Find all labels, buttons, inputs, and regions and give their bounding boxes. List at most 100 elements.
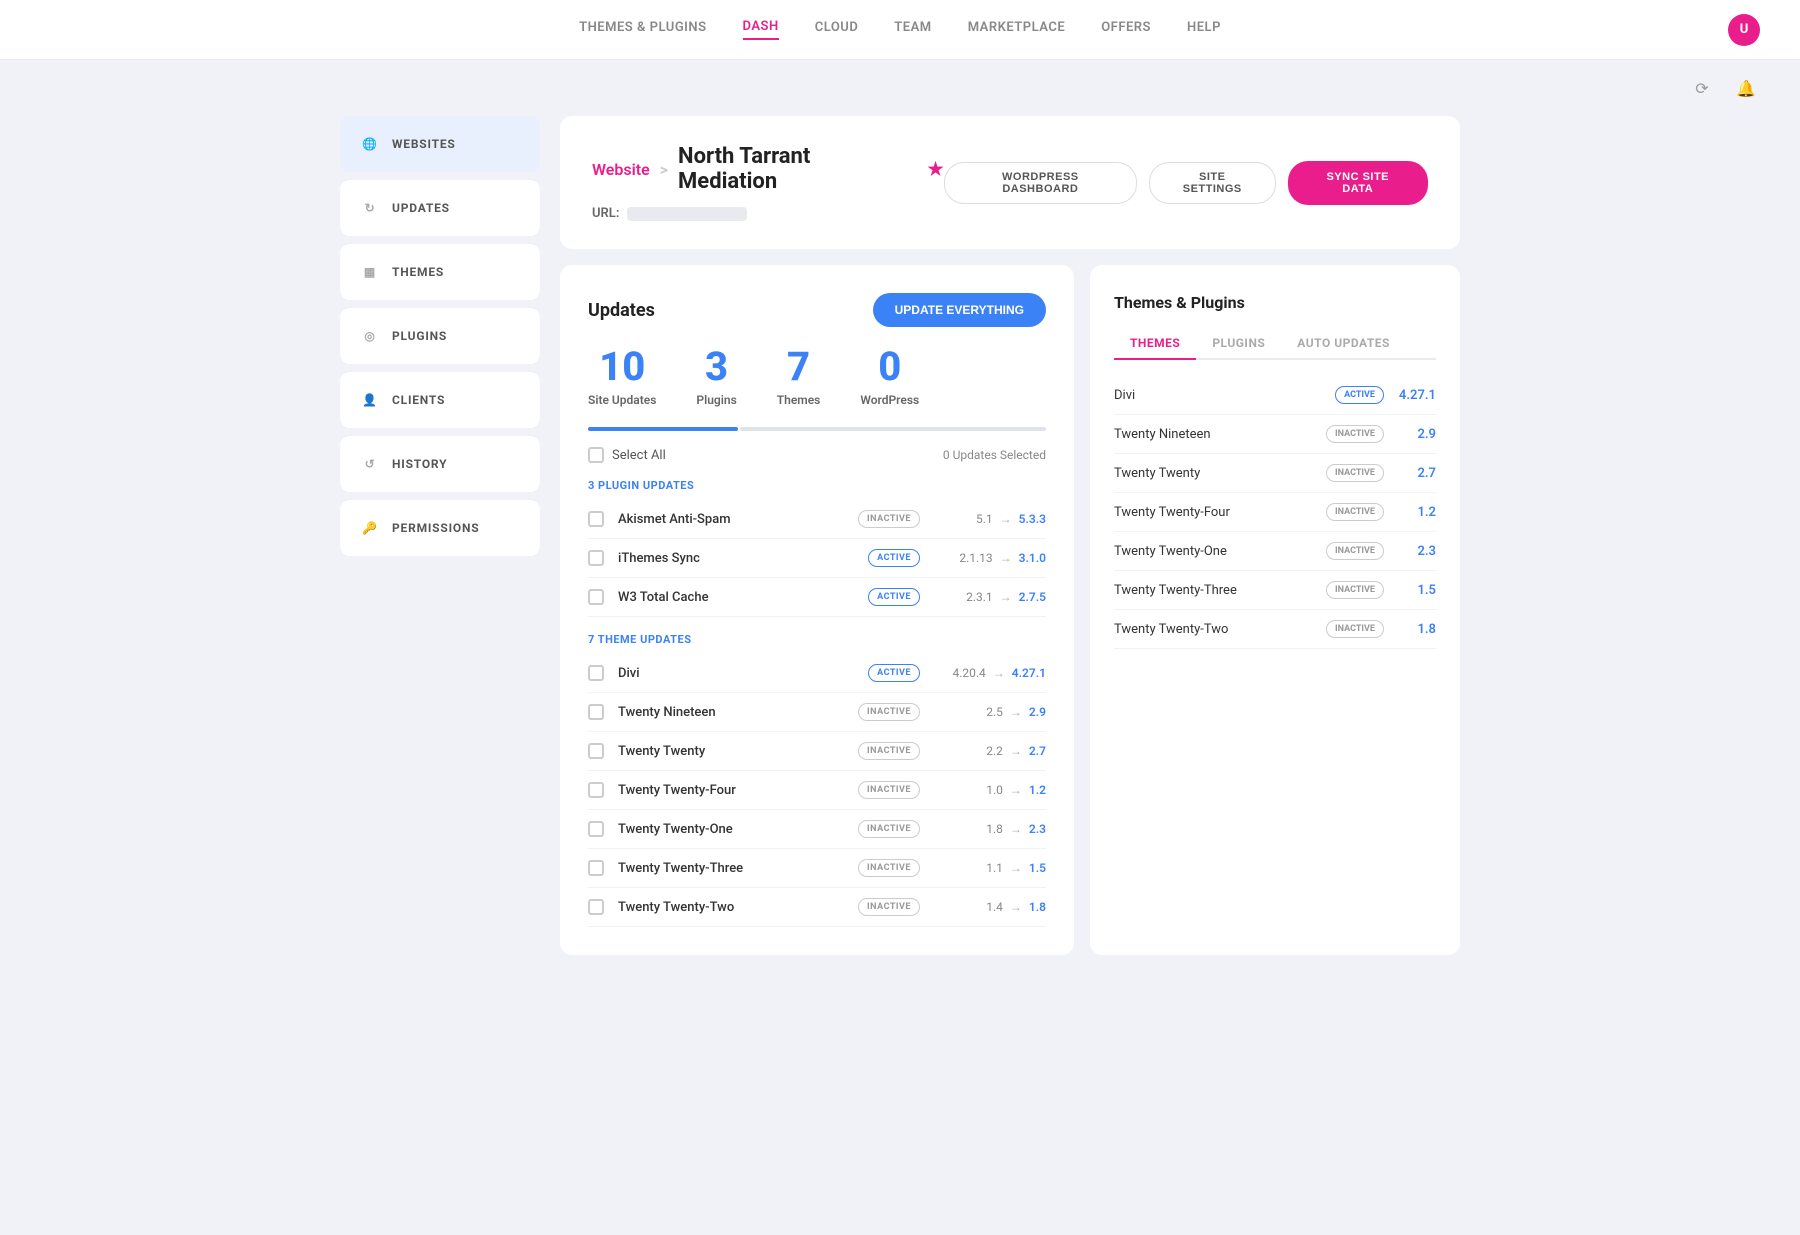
stat-number-wordpress: 0 (860, 347, 919, 387)
progress-bar (588, 427, 1046, 431)
status-badge: INACTIVE (858, 859, 920, 877)
update-theme-name: Twenty Twenty-One (618, 822, 858, 837)
updates-selected-count: 0 Updates Selected (943, 448, 1046, 462)
breadcrumb: Website > North Tarrant Mediation ★ (592, 144, 944, 194)
nav-themes-plugins[interactable]: THEMES & PLUGINS (579, 20, 706, 39)
update-theme-name: Twenty Nineteen (618, 705, 858, 720)
theme-status-badge: ACTIVE (1335, 386, 1384, 404)
update-checkbox[interactable] (588, 589, 604, 605)
update-checkbox[interactable] (588, 550, 604, 566)
clients-icon: 👤 (360, 390, 380, 410)
stat-label-themes: Themes (777, 393, 821, 407)
update-theme-name: Twenty Twenty (618, 744, 858, 759)
sidebar-item-permissions[interactable]: 🔑 PERMISSIONS (340, 500, 540, 556)
content-area: Website > North Tarrant Mediation ★ URL:… (560, 116, 1460, 955)
select-all-label[interactable]: Select All (612, 448, 666, 463)
progress-plugins (588, 427, 738, 431)
nav-cloud[interactable]: CLOUD (815, 20, 859, 39)
stat-wordpress: 0 WordPress (860, 347, 919, 407)
update-version: 2.5 → 2.9 (936, 705, 1046, 719)
update-checkbox[interactable] (588, 782, 604, 798)
tab-auto-updates[interactable]: AUTO UPDATES (1281, 328, 1406, 360)
update-checkbox[interactable] (588, 821, 604, 837)
theme-row: Twenty Twenty-One INACTIVE 2.3 (1114, 532, 1436, 571)
refresh-icon[interactable]: ⟳ (1688, 74, 1716, 102)
update-checkbox[interactable] (588, 665, 604, 681)
update-version: 2.1.13 → 3.1.0 (936, 551, 1046, 565)
two-panel: Updates UPDATE EVERYTHING 10 Site Update… (560, 265, 1460, 955)
sidebar-label-permissions: PERMISSIONS (392, 521, 479, 535)
star-icon[interactable]: ★ (928, 159, 944, 180)
theme-version: 2.9 (1396, 427, 1436, 442)
themes-plugins-panel: Themes & Plugins THEMES PLUGINS AUTO UPD… (1090, 265, 1460, 955)
sidebar-item-themes[interactable]: ▦ THEMES (340, 244, 540, 300)
update-theme-name: Divi (618, 666, 868, 681)
nav-offers[interactable]: OFFERS (1101, 20, 1151, 39)
update-plugin-name: Akismet Anti-Spam (618, 512, 858, 527)
sync-site-data-button[interactable]: SYNC SITE DATA (1288, 161, 1429, 205)
history-icon: ↺ (360, 454, 380, 474)
theme-name: Twenty Twenty-One (1114, 544, 1326, 559)
tab-themes[interactable]: THEMES (1114, 328, 1196, 360)
breadcrumb-site-name: North Tarrant Mediation (678, 144, 914, 194)
sidebar-label-themes: THEMES (392, 265, 444, 279)
avatar[interactable]: U (1728, 14, 1760, 46)
themes-icon: ▦ (360, 262, 380, 282)
themes-panel-tabs: THEMES PLUGINS AUTO UPDATES (1114, 328, 1436, 360)
themes-list: Divi ACTIVE 4.27.1 Twenty Nineteen INACT… (1114, 376, 1436, 649)
theme-row: Twenty Twenty-Three INACTIVE 1.5 (1114, 571, 1436, 610)
select-all-row: Select All 0 Updates Selected (588, 447, 1046, 463)
theme-row: Twenty Twenty INACTIVE 2.7 (1114, 454, 1436, 493)
theme-status-badge: INACTIVE (1326, 464, 1384, 482)
breadcrumb-separator: > (660, 160, 668, 179)
theme-status-badge: INACTIVE (1326, 581, 1384, 599)
status-badge: INACTIVE (858, 820, 920, 838)
plugin-update-row: iThemes Sync ACTIVE 2.1.13 → 3.1.0 (588, 539, 1046, 578)
nav-dash[interactable]: DASH (743, 19, 779, 40)
site-header: Website > North Tarrant Mediation ★ URL:… (560, 116, 1460, 249)
theme-name: Twenty Twenty-Two (1114, 622, 1326, 637)
sidebar-item-clients[interactable]: 👤 CLIENTS (340, 372, 540, 428)
status-badge: INACTIVE (858, 703, 920, 721)
update-everything-button[interactable]: UPDATE EVERYTHING (873, 293, 1046, 327)
update-checkbox[interactable] (588, 860, 604, 876)
nav-help[interactable]: HELP (1187, 20, 1221, 39)
stats-row: 10 Site Updates 3 Plugins 7 Themes 0 Wor… (588, 347, 1046, 407)
update-version: 1.1 → 1.5 (936, 861, 1046, 875)
stat-plugins: 3 Plugins (696, 347, 736, 407)
sidebar-item-updates[interactable]: ↻ UPDATES (340, 180, 540, 236)
select-all-checkbox[interactable] (588, 447, 604, 463)
update-checkbox[interactable] (588, 704, 604, 720)
plugin-section-header: 3 PLUGIN UPDATES (588, 479, 1046, 492)
stat-themes: 7 Themes (777, 347, 821, 407)
theme-status-badge: INACTIVE (1326, 620, 1384, 638)
sidebar-item-websites[interactable]: 🌐 WEBSITES (340, 116, 540, 172)
nav-team[interactable]: TEAM (894, 20, 931, 39)
nav-marketplace[interactable]: MARKETPLACE (968, 20, 1066, 39)
site-settings-button[interactable]: SITE SETTINGS (1149, 162, 1276, 204)
themes-panel-title: Themes & Plugins (1114, 293, 1436, 312)
update-checkbox[interactable] (588, 511, 604, 527)
theme-update-row: Twenty Twenty-One INACTIVE 1.8 → 2.3 (588, 810, 1046, 849)
update-version: 4.20.4 → 4.27.1 (936, 666, 1046, 680)
sidebar: 🌐 WEBSITES ↻ UPDATES ▦ THEMES ◎ PLUGINS … (340, 116, 540, 955)
sidebar-item-plugins[interactable]: ◎ PLUGINS (340, 308, 540, 364)
update-version: 5.1 → 5.3.3 (936, 512, 1046, 526)
theme-update-row: Divi ACTIVE 4.20.4 → 4.27.1 (588, 654, 1046, 693)
theme-update-row: Twenty Nineteen INACTIVE 2.5 → 2.9 (588, 693, 1046, 732)
tab-plugins[interactable]: PLUGINS (1196, 328, 1281, 360)
update-checkbox[interactable] (588, 743, 604, 759)
permissions-icon: 🔑 (360, 518, 380, 538)
select-all-left: Select All (588, 447, 666, 463)
update-checkbox[interactable] (588, 899, 604, 915)
updates-title: Updates (588, 300, 655, 321)
update-version: 2.2 → 2.7 (936, 744, 1046, 758)
update-version: 1.0 → 1.2 (936, 783, 1046, 797)
breadcrumb-website-link[interactable]: Website (592, 160, 650, 179)
theme-version: 1.5 (1396, 583, 1436, 598)
bell-icon[interactable]: 🔔 (1732, 74, 1760, 102)
sidebar-label-plugins: PLUGINS (392, 329, 447, 343)
sidebar-item-history[interactable]: ↺ HISTORY (340, 436, 540, 492)
wordpress-dashboard-button[interactable]: WORDPRESS DASHBOARD (944, 162, 1137, 204)
refresh-icon: ↻ (360, 198, 380, 218)
